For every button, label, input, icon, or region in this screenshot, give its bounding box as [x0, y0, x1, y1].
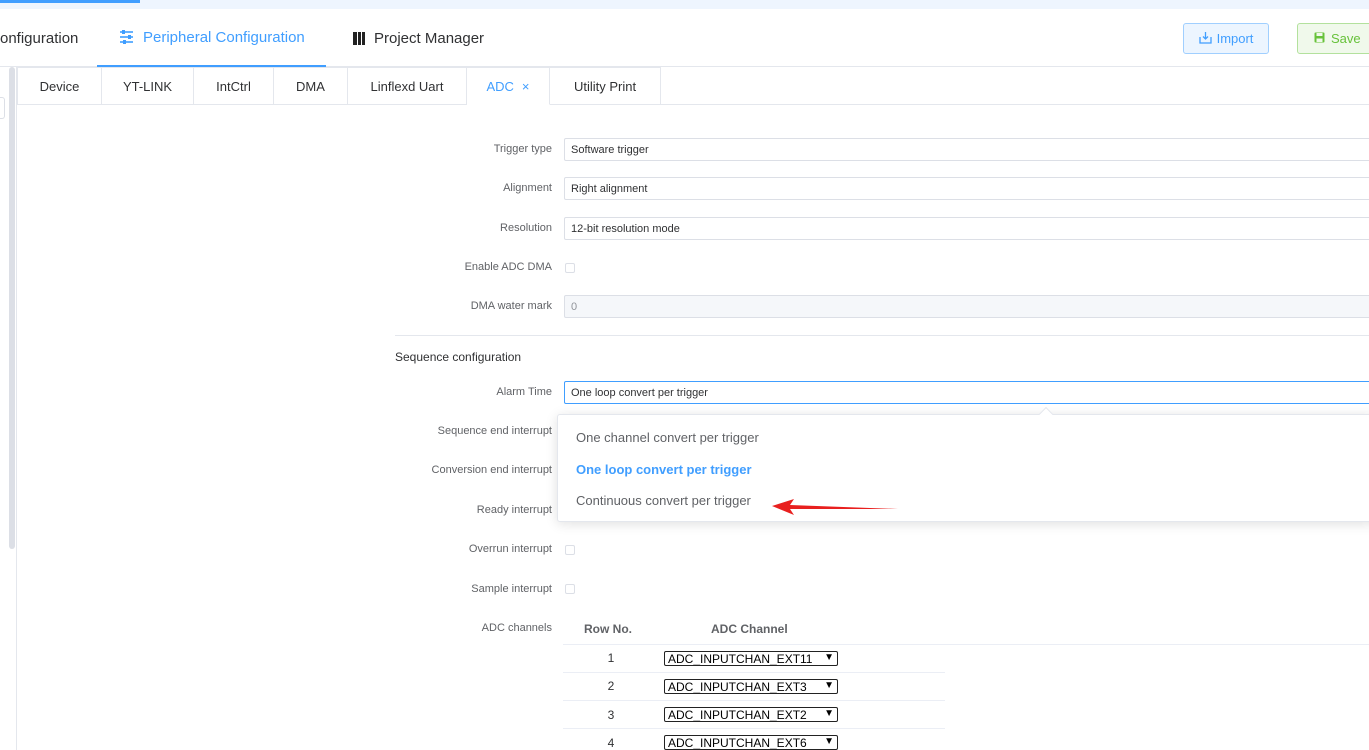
table-header-line	[563, 644, 1369, 645]
tab-label: Linflexd Uart	[370, 78, 444, 94]
table-row-line	[563, 700, 945, 701]
sliders-icon	[118, 29, 135, 45]
resolution-label: Resolution	[500, 222, 552, 234]
import-icon	[1198, 31, 1212, 47]
table-row-line	[563, 672, 945, 673]
top-strip	[0, 0, 1369, 9]
nav-label: Peripheral Configuration	[143, 28, 305, 46]
adc-channel-select[interactable]: ADC_INPUTCHAN_EXT2 ▼	[664, 707, 838, 722]
overrun-interrupt-checkbox[interactable]	[565, 545, 575, 555]
conv-end-interrupt-label: Conversion end interrupt	[431, 464, 552, 476]
adc-channel-select[interactable]: ADC_INPUTCHAN_EXT11 ▼	[664, 651, 838, 666]
trigger-type-label: Trigger type	[493, 143, 552, 155]
tab-utility-print[interactable]: Utility Print	[550, 67, 661, 105]
seq-end-interrupt-label: Sequence end interrupt	[437, 425, 552, 437]
save-button[interactable]: Save	[1297, 23, 1369, 54]
annotation-arrow-icon	[772, 499, 898, 515]
nav-peripheral-configuration[interactable]: Peripheral Configuration	[97, 9, 326, 67]
chevron-down-icon: ▼	[824, 652, 834, 663]
alarm-time-label: Alarm Time	[496, 386, 552, 398]
tab-adc[interactable]: ADC ×	[467, 67, 550, 105]
select-value: ADC_INPUTCHAN_EXT11	[668, 651, 813, 666]
tab-yt-link[interactable]: YT-LINK	[102, 67, 194, 105]
dropdown-arrow	[1038, 406, 1054, 422]
adc-channel-select[interactable]: ADC_INPUTCHAN_EXT6 ▼	[664, 735, 838, 750]
chevron-down-icon: ▼	[824, 736, 834, 747]
left-panel-edge	[0, 67, 17, 750]
top-accent-bar	[0, 0, 140, 3]
chevron-down-icon: ▼	[824, 708, 834, 719]
save-label: Save	[1331, 31, 1361, 46]
overrun-interrupt-label: Overrun interrupt	[468, 543, 552, 555]
table-row-no: 2	[607, 679, 615, 693]
nav-label: onfiguration	[0, 29, 79, 47]
save-icon	[1314, 31, 1325, 46]
table-row-line	[563, 728, 945, 729]
alarm-time-dropdown: One channel convert per trigger One loop…	[557, 406, 1369, 522]
left-panel-stub[interactable]	[0, 97, 5, 119]
alignment-select[interactable]: Right alignment	[564, 177, 1369, 200]
select-value: ADC_INPUTCHAN_EXT2	[668, 707, 807, 722]
table-header-adc-channel: ADC Channel	[711, 622, 788, 636]
chevron-down-icon: ▼	[824, 680, 834, 691]
nav-pin-configuration[interactable]: onfiguration	[0, 9, 78, 67]
sample-interrupt-label: Sample interrupt	[471, 583, 552, 595]
table-row-no: 3	[607, 708, 615, 722]
tab-label: Device	[39, 78, 80, 94]
table-row-no: 4	[607, 736, 615, 750]
left-scrollbar[interactable]	[9, 67, 15, 549]
select-value: ADC_INPUTCHAN_EXT3	[668, 679, 807, 694]
table-header-row-no: Row No.	[584, 622, 632, 636]
enable-dma-checkbox[interactable]	[565, 263, 575, 273]
book-icon	[352, 31, 366, 46]
tab-dma[interactable]: DMA	[274, 67, 348, 105]
import-button[interactable]: Import	[1183, 23, 1269, 54]
table-row-no: 1	[607, 651, 615, 665]
alignment-label: Alignment	[503, 182, 552, 194]
tab-label: Utility Print	[573, 78, 637, 94]
import-label: Import	[1216, 31, 1254, 46]
adc-channel-select[interactable]: ADC_INPUTCHAN_EXT3 ▼	[664, 679, 838, 694]
tab-label: ADC	[486, 78, 514, 94]
dropdown-option[interactable]: One channel convert per trigger	[576, 430, 759, 445]
tab-label: IntCtrl	[216, 78, 251, 94]
trigger-type-select[interactable]: Software trigger	[564, 138, 1369, 161]
tab-device[interactable]: Device	[17, 67, 102, 105]
tab-linflexd-uart[interactable]: Linflexd Uart	[348, 67, 467, 105]
dma-watermark-label: DMA water mark	[470, 300, 552, 312]
sample-interrupt-checkbox[interactable]	[565, 584, 575, 594]
enable-dma-label: Enable ADC DMA	[464, 261, 552, 273]
tab-label: DMA	[296, 78, 325, 94]
sequence-section-title: Sequence configuration	[395, 350, 522, 364]
ready-interrupt-label: Ready interrupt	[476, 504, 552, 516]
nav-project-manager[interactable]: Project Manager	[352, 9, 484, 67]
nav-label: Project Manager	[374, 29, 485, 47]
dma-watermark-input[interactable]: 0	[564, 295, 1369, 318]
tab-label: YT-LINK	[122, 78, 173, 94]
peripheral-tabs: Device YT-LINK IntCtrl DMA Linflexd Uart…	[17, 67, 1369, 105]
adc-channels-label: ADC channels	[481, 622, 552, 634]
alarm-time-select[interactable]: One loop convert per trigger	[564, 381, 1369, 404]
divider	[395, 335, 1369, 336]
dropdown-option[interactable]: Continuous convert per trigger	[576, 493, 751, 508]
dropdown-option-selected[interactable]: One loop convert per trigger	[576, 462, 752, 477]
close-icon[interactable]: ×	[522, 79, 530, 94]
select-value: ADC_INPUTCHAN_EXT6	[668, 735, 807, 750]
tab-intctrl[interactable]: IntCtrl	[194, 67, 274, 105]
resolution-select[interactable]: 12-bit resolution mode	[564, 217, 1369, 240]
header: onfiguration Peripheral Configuration Pr…	[0, 9, 1369, 67]
